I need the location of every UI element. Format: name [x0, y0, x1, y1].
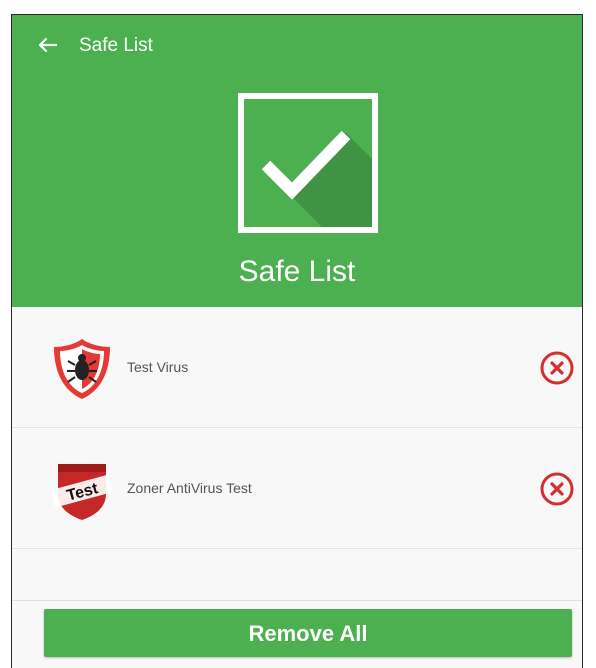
- remove-icon[interactable]: [540, 472, 574, 506]
- list-item: Test Zoner AntiVirus Test: [12, 428, 582, 549]
- remove-icon[interactable]: [540, 351, 574, 385]
- remove-all-button[interactable]: Remove All: [44, 609, 572, 657]
- page-title: Safe List: [238, 255, 356, 288]
- app-window: Safe List Safe List Test Virus Test Zone…: [11, 14, 583, 668]
- arrow-left-icon[interactable]: [34, 31, 62, 59]
- divider: [12, 600, 582, 601]
- toolbar-title: Safe List: [79, 35, 153, 56]
- item-label: Test Virus: [127, 359, 189, 375]
- item-label: Zoner AntiVirus Test: [127, 480, 252, 496]
- safe-list: Test Virus Test Zoner AntiVirus Test: [12, 307, 582, 549]
- header: Safe List Safe List: [12, 15, 582, 307]
- test-shield-icon: Test: [50, 458, 114, 522]
- list-item: Test Virus: [12, 307, 582, 428]
- bug-shield-icon: [50, 337, 114, 401]
- checkmark-icon: [238, 93, 378, 233]
